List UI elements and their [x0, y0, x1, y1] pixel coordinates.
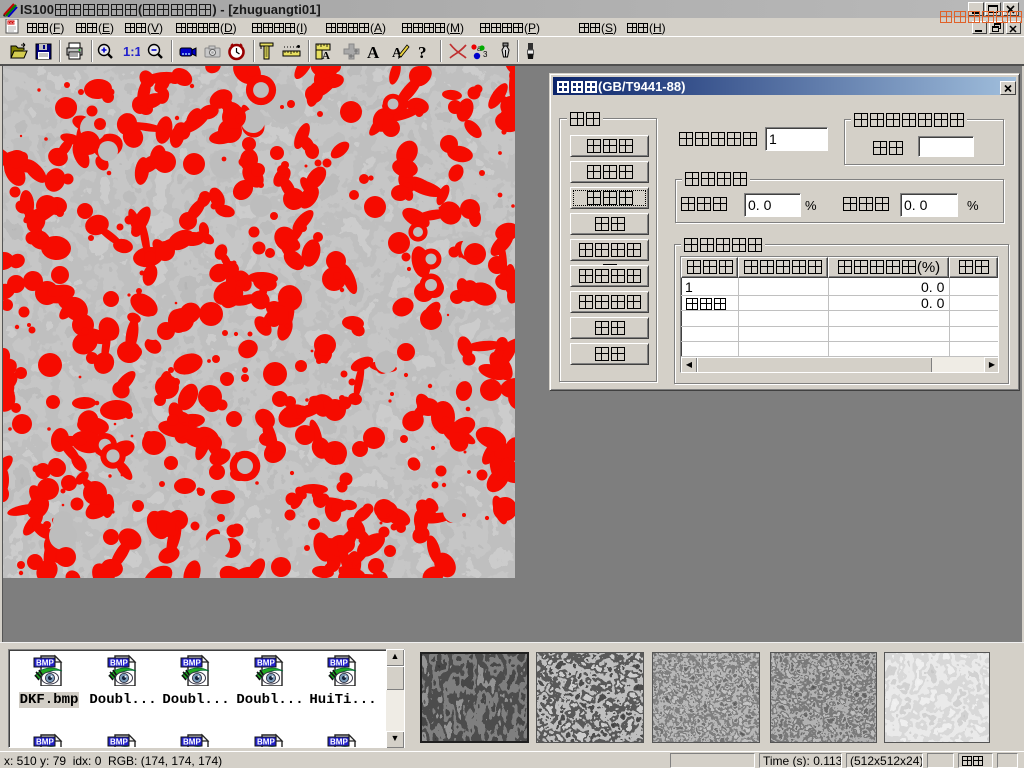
svg-text:BMP: BMP — [183, 659, 201, 668]
svg-text:BMP: BMP — [257, 738, 275, 747]
svg-text:3: 3 — [483, 50, 488, 59]
svg-text:BMP: BMP — [257, 659, 275, 668]
svg-text:1:1: 1:1 — [123, 44, 140, 59]
svg-text:BMP: BMP — [183, 738, 201, 747]
svg-text:BMP: BMP — [110, 659, 128, 668]
svg-text:BMP: BMP — [36, 738, 54, 747]
svg-text:BMP: BMP — [330, 659, 348, 668]
svg-text:A: A — [322, 50, 330, 61]
svg-text:BMP: BMP — [110, 738, 128, 747]
svg-text:BMP: BMP — [330, 738, 348, 747]
svg-text:A: A — [367, 43, 380, 61]
svg-text:BMP: BMP — [36, 659, 54, 668]
svg-text:?: ? — [418, 43, 427, 61]
svg-text:DOC: DOC — [8, 20, 17, 25]
